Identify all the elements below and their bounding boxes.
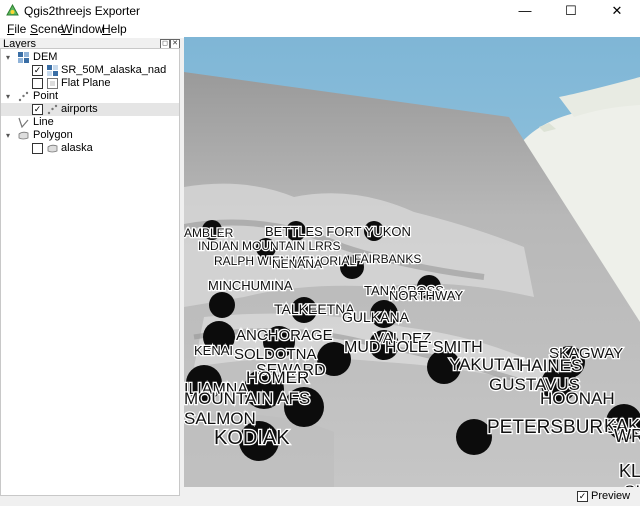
preview-label: Preview bbox=[591, 490, 631, 502]
airport-label: HOMER bbox=[246, 368, 309, 387]
tree-item-label: alaska bbox=[61, 142, 93, 154]
layer-checkbox[interactable]: ✓ bbox=[32, 65, 43, 76]
tree-group-point[interactable]: ▾ Point bbox=[1, 90, 179, 103]
airport-label: KENAI bbox=[194, 343, 233, 358]
tree-item-label: SR_50M_alaska_nad bbox=[61, 64, 167, 76]
raster-layer-icon bbox=[47, 65, 58, 76]
airport-label: BETTLES FORT YUKON bbox=[265, 224, 411, 239]
tree-group-dem[interactable]: ▾ DEM bbox=[1, 51, 179, 64]
airport-label: MOUNTAIN AFS bbox=[184, 389, 310, 408]
plane-layer-icon bbox=[47, 78, 58, 89]
menu-bar: File Scene Window Help bbox=[0, 21, 640, 38]
menu-help[interactable]: Help bbox=[102, 22, 127, 36]
airport-label: SKAGWAY bbox=[549, 345, 623, 362]
point-layer-icon bbox=[47, 104, 58, 115]
chevron-down-icon[interactable]: ▾ bbox=[6, 51, 10, 64]
maximize-button[interactable]: ☐ bbox=[548, 0, 594, 21]
airport-label: KODIAK bbox=[214, 427, 290, 449]
line-layer-icon bbox=[18, 117, 29, 128]
status-bar: ✓ Preview bbox=[180, 487, 640, 506]
layer-checkbox[interactable]: ✓ bbox=[32, 104, 43, 115]
airport-label: WRANGELL bbox=[614, 426, 640, 446]
tree-item-alaska[interactable]: alaska bbox=[1, 142, 179, 155]
layers-dock: Layers ◻ ✕ ▾ DEM ✓ SR_50M_alaska_nad Fla… bbox=[0, 38, 180, 506]
window-title: Qgis2threejs Exporter bbox=[24, 4, 141, 18]
tree-group-label: Polygon bbox=[33, 129, 73, 141]
airport-label: ANCHORAGE bbox=[236, 327, 333, 344]
tree-group-label: Line bbox=[33, 116, 54, 128]
raster-layer-icon bbox=[18, 52, 29, 63]
airport-label: MINCHUMINA bbox=[208, 278, 293, 293]
airport-label: KLAWOCK bbox=[619, 461, 640, 481]
preview-checkbox[interactable]: ✓ bbox=[577, 491, 588, 502]
chevron-down-icon[interactable]: ▾ bbox=[6, 129, 10, 142]
airport-label: SOLDOTNA bbox=[234, 346, 317, 363]
layer-checkbox[interactable] bbox=[32, 78, 43, 89]
tree-group-label: DEM bbox=[33, 51, 58, 63]
3d-scene[interactable]: AMBLER BETTLES FORT YUKONINDIAN MOUNTAIN … bbox=[184, 37, 640, 487]
tree-item-flat-plane[interactable]: Flat Plane bbox=[1, 77, 179, 90]
airport-label: GULKANA bbox=[342, 309, 410, 325]
airport-label: NENANA bbox=[272, 257, 322, 271]
polygon-layer-icon bbox=[47, 144, 58, 153]
airport-label: SALMON bbox=[184, 409, 256, 428]
tree-group-line[interactable]: Line bbox=[1, 116, 179, 129]
airport-label: MUD HOLE SMITH bbox=[344, 339, 483, 356]
tree-item-sr50m[interactable]: ✓ SR_50M_alaska_nad bbox=[1, 64, 179, 77]
app-icon bbox=[6, 4, 19, 16]
airport-label: NORTHWAY bbox=[389, 288, 463, 303]
airport-marker bbox=[209, 292, 235, 318]
menu-window[interactable]: Window bbox=[61, 22, 104, 36]
airport-label: PETERSBURG bbox=[487, 417, 618, 438]
tree-group-label: Point bbox=[33, 90, 59, 102]
polygon-layer-icon bbox=[18, 131, 29, 140]
airport-label: HOONAH bbox=[540, 389, 615, 408]
tree-item-label: Flat Plane bbox=[61, 77, 111, 89]
minimize-button[interactable]: — bbox=[502, 0, 548, 21]
airport-label: FAIRBANKS bbox=[354, 252, 421, 266]
airport-label: AMBLER bbox=[184, 226, 234, 240]
close-button[interactable]: ✕ bbox=[594, 0, 640, 21]
title-bar: Qgis2threejs Exporter — ☐ ✕ bbox=[0, 0, 640, 21]
menu-file[interactable]: File bbox=[7, 22, 26, 36]
layer-checkbox[interactable] bbox=[32, 143, 43, 154]
tree-item-airports[interactable]: ✓ airports bbox=[1, 103, 179, 116]
tree-group-polygon[interactable]: ▾ Polygon bbox=[1, 129, 179, 142]
airport-label: INDIAN MOUNTAIN LRRS bbox=[198, 239, 340, 253]
3d-preview-viewport[interactable]: AMBLER BETTLES FORT YUKON INDIAN MOUNTAIN … bbox=[184, 37, 640, 487]
airport-label: YAKUTAT bbox=[449, 355, 524, 374]
tree-item-label: airports bbox=[61, 103, 98, 115]
point-layer-icon bbox=[18, 91, 29, 102]
menu-scene[interactable]: Scene bbox=[30, 22, 64, 36]
layers-tree[interactable]: ▾ DEM ✓ SR_50M_alaska_nad Flat Plane ▾ P… bbox=[0, 48, 180, 496]
chevron-down-icon[interactable]: ▾ bbox=[6, 90, 10, 103]
